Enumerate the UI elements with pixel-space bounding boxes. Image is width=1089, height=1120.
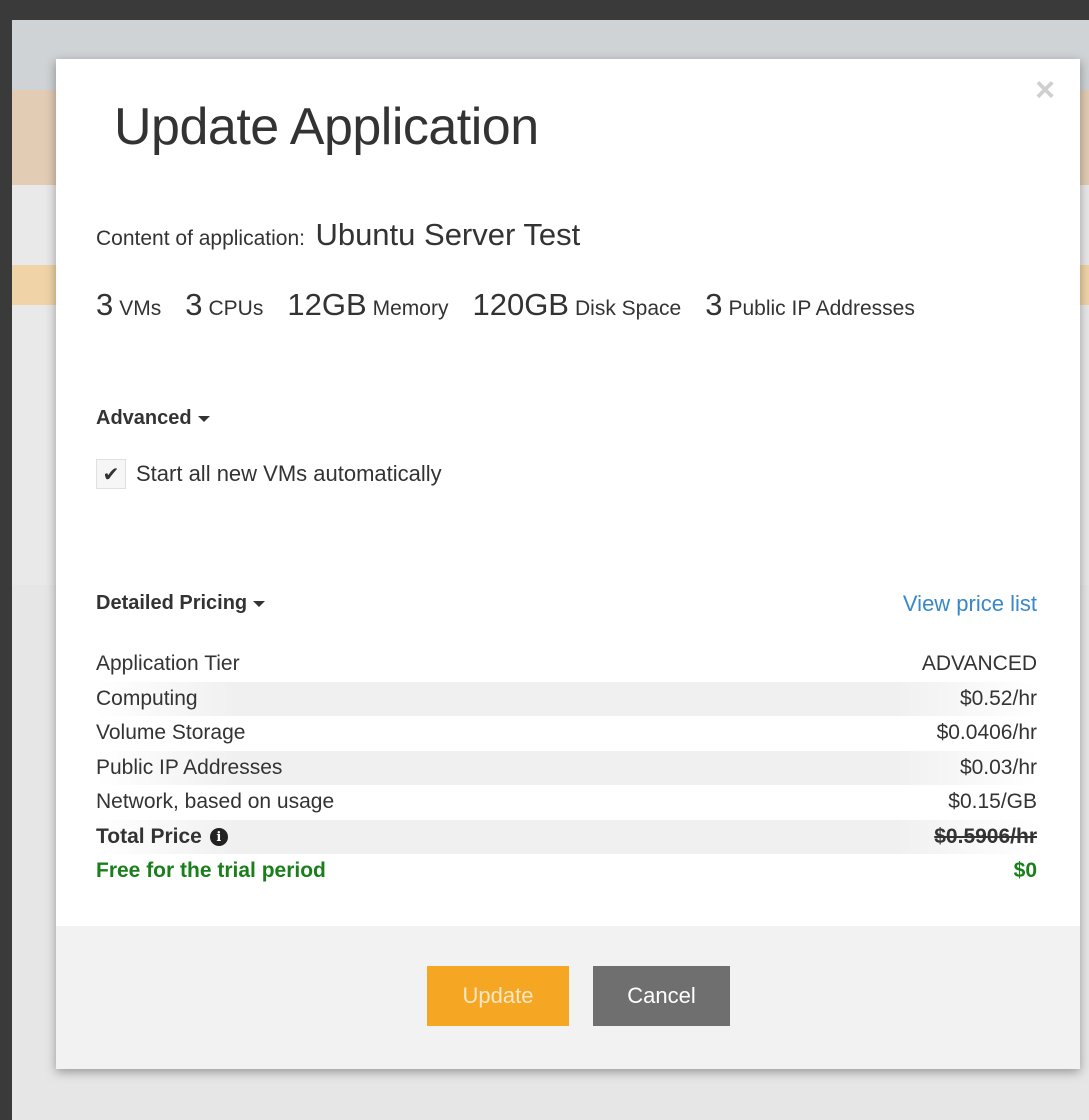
application-name: Ubuntu Server Test <box>315 217 581 252</box>
pricing-table: Application Tier ADVANCED Computing $0.5… <box>96 647 1037 889</box>
close-icon[interactable]: × <box>1030 73 1060 107</box>
content-label: Content of application: <box>96 227 305 250</box>
caret-down-icon <box>253 600 266 607</box>
resource-memory: 12GB Memory <box>287 287 448 323</box>
resource-unit: CPUs <box>208 297 264 320</box>
caret-down-icon <box>197 415 210 422</box>
price-value: $0.52/hr <box>959 686 1037 710</box>
update-application-dialog: × Update Application Content of applicat… <box>56 59 1080 1069</box>
price-row-volume-storage: Volume Storage $0.0406/hr <box>96 716 1037 751</box>
price-value: ADVANCED <box>921 652 1037 676</box>
resource-vms: 3 VMs <box>96 287 161 323</box>
price-row-public-ip: Public IP Addresses $0.03/hr <box>96 750 1037 785</box>
price-row-trial: Free for the trial period $0 <box>96 854 1037 889</box>
resource-summary: 3 VMs 3 CPUs 12GB Memory 120GB Disk Space 3P… <box>96 287 939 323</box>
resource-value: 3 <box>96 287 114 322</box>
price-row-computing: Computing $0.52/hr <box>96 681 1037 716</box>
price-value: $0.15/GB <box>948 790 1037 814</box>
price-label: Volume Storage <box>96 721 246 745</box>
resource-unit: Public IP Addresses <box>728 297 915 320</box>
auto-start-label: Start all new VMs automatically <box>136 461 442 486</box>
price-label: Public IP Addresses <box>96 755 283 779</box>
detailed-pricing-toggle[interactable]: Detailed Pricing <box>96 592 266 615</box>
resource-unit: Memory <box>372 297 449 320</box>
resource-value: 3 <box>705 287 723 322</box>
total-price-label: Total Price <box>96 824 202 848</box>
total-price-label-group: Total Price i <box>96 825 228 849</box>
price-label: Network, based on usage <box>96 790 335 814</box>
dialog-footer: Update Cancel <box>56 926 1080 1069</box>
dialog-title: Update Application <box>114 98 539 156</box>
info-icon[interactable]: i <box>209 828 228 847</box>
resource-value: 3 <box>185 287 203 322</box>
application-content: Content of application: Ubuntu Server Te… <box>96 217 580 253</box>
price-row-network: Network, based on usage $0.15/GB <box>96 785 1037 820</box>
price-value: $0.03/hr <box>959 755 1037 779</box>
price-row-application-tier: Application Tier ADVANCED <box>96 647 1037 682</box>
trial-label: Free for the trial period <box>96 859 326 883</box>
resource-value: 120GB <box>472 287 569 322</box>
detailed-pricing-label: Detailed Pricing <box>96 592 248 614</box>
cancel-button[interactable]: Cancel <box>593 966 730 1026</box>
resource-unit: VMs <box>119 297 162 320</box>
checkmark-icon: ✔ <box>102 463 120 486</box>
resource-value: 12GB <box>287 287 367 322</box>
resource-unit: Disk Space <box>574 297 682 320</box>
resource-public-ips: 3 Public IP Addresses <box>705 287 915 323</box>
resource-cpus: 3 CPUs <box>185 287 263 323</box>
auto-start-vms-option[interactable]: ✔ Start all new VMs automatically <box>96 459 442 489</box>
advanced-label: Advanced <box>96 407 192 429</box>
view-price-list-link[interactable]: View price list <box>903 591 1037 617</box>
resource-disk-space: 120GB Disk Space <box>472 287 681 323</box>
price-label: Application Tier <box>96 652 240 676</box>
update-button[interactable]: Update <box>427 966 569 1026</box>
advanced-toggle[interactable]: Advanced <box>96 407 210 430</box>
auto-start-checkbox[interactable]: ✔ <box>96 459 126 489</box>
trial-value: $0 <box>1013 859 1037 883</box>
price-value: $0.0406/hr <box>936 721 1037 745</box>
price-label: Computing <box>96 686 198 710</box>
price-row-total: Total Price i $0.5906/hr <box>96 819 1037 854</box>
total-price-value: $0.5906/hr <box>934 824 1037 848</box>
